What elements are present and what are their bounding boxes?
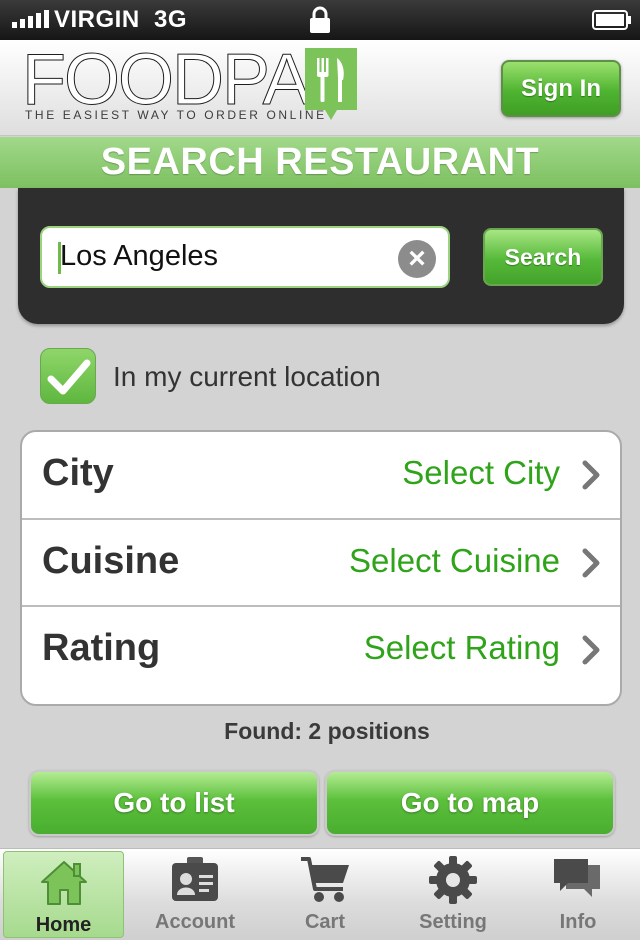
lock-icon (310, 6, 330, 33)
tab-label: Info (559, 911, 597, 933)
tab-account[interactable]: Account (131, 849, 259, 940)
app-header: FOODPAL THE EASIEST WAY TO ORDER ONLINE … (0, 40, 640, 136)
go-to-map-button[interactable]: Go to map (325, 770, 615, 836)
result-count: Found: 2 positions (224, 718, 430, 744)
tab-label: Cart (304, 911, 345, 933)
search-restaurant-title: SEARCH RESTAURANT (0, 137, 640, 188)
filter-label: Rating (42, 627, 161, 669)
filter-value: Select City (402, 454, 560, 491)
filter-row-cuisine[interactable]: Cuisine Select Cuisine (22, 520, 620, 607)
tab-label: Home (35, 914, 92, 936)
tab-info[interactable]: Info (514, 849, 640, 940)
filter-value: Select Cuisine (349, 541, 560, 579)
tab-home[interactable]: Home (3, 851, 124, 938)
fork-knife-icon (305, 48, 357, 120)
filter-row-city[interactable]: City Select City (22, 432, 620, 520)
filter-label: City (42, 452, 114, 494)
tab-setting[interactable]: Setting (389, 849, 517, 940)
gear-icon (429, 856, 477, 904)
search-panel: Los Angeles × Search (18, 188, 624, 324)
chevron-right-icon (582, 635, 600, 665)
search-input[interactable]: Los Angeles × (40, 226, 450, 288)
tab-cart[interactable]: Cart (261, 849, 389, 940)
tab-bar: Home Account Cart Setting Info (0, 848, 640, 940)
sign-in-button[interactable]: Sign In (501, 60, 621, 117)
cart-icon (301, 857, 349, 902)
carrier-label: VIRGIN 3G (54, 6, 188, 33)
filter-row-rating[interactable]: Rating Select Rating (22, 607, 620, 695)
go-to-list-button[interactable]: Go to list (29, 770, 319, 836)
checkmark-icon (47, 359, 91, 395)
search-button[interactable]: Search (483, 228, 603, 286)
filter-list: City Select City Cuisine Select Cuisine … (20, 430, 622, 706)
account-card-icon (172, 857, 218, 901)
home-icon (40, 861, 87, 905)
filter-label: Cuisine (42, 539, 180, 582)
app-tagline: THE EASIEST WAY TO ORDER ONLINE (25, 108, 327, 122)
chevron-right-icon (582, 460, 600, 490)
filter-value: Select Rating (363, 629, 560, 666)
chat-bubble-icon (554, 859, 600, 897)
signal-strength-icon (12, 10, 49, 28)
clear-icon[interactable]: × (398, 240, 436, 278)
current-location-label: In my current location (113, 361, 381, 392)
current-location-checkbox[interactable] (40, 348, 96, 404)
status-bar: VIRGIN 3G (0, 0, 640, 40)
battery-icon (592, 10, 631, 30)
tab-label: Account (155, 911, 235, 933)
chevron-right-icon (582, 548, 600, 577)
search-input-value: Los Angeles (60, 240, 219, 272)
tab-label: Setting (419, 911, 487, 933)
